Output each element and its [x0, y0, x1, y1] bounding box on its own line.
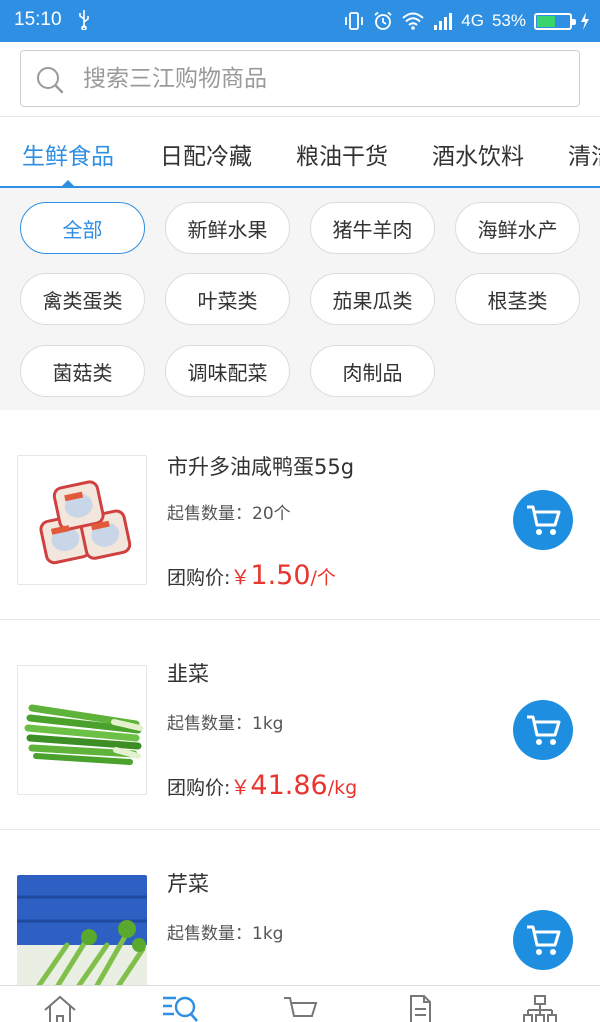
chip-mushroom[interactable]: 菌菇类 [20, 345, 145, 397]
product-item[interactable]: 市升多油咸鸭蛋55g 起售数量：20个 团购价:￥1.50/个 [0, 410, 600, 620]
home-icon [44, 995, 76, 1022]
product-image-duck-eggs[interactable] [17, 455, 147, 585]
battery-percent: 53% [491, 11, 526, 30]
product-name[interactable]: 韭菜 [167, 658, 209, 688]
chip-poultry-eggs[interactable]: 禽类蛋类 [20, 273, 145, 325]
product-name[interactable]: 市升多油咸鸭蛋55g [167, 451, 354, 481]
category-search-icon [163, 996, 198, 1022]
search-box[interactable] [20, 50, 580, 107]
nav-profile[interactable] [520, 994, 560, 1022]
cart-icon [527, 715, 561, 745]
add-to-cart-button[interactable] [513, 490, 573, 550]
chip-meat[interactable]: 猪牛羊肉 [310, 202, 435, 254]
status-bar: 15:10 4G 53% [0, 0, 600, 42]
tab-cleaning[interactable]: 清洁 [568, 137, 600, 171]
usb-icon [79, 10, 89, 30]
chip-nightshade[interactable]: 茄果瓜类 [310, 273, 435, 325]
product-min-qty: 起售数量：1kg [167, 714, 284, 734]
wifi-icon [402, 12, 424, 30]
add-to-cart-button[interactable] [513, 700, 573, 760]
chip-fruit[interactable]: 新鲜水果 [165, 202, 290, 254]
product-item[interactable]: 韭菜 起售数量：1kg 团购价:￥41.86/kg [0, 620, 600, 830]
tab-drinks[interactable]: 酒水饮料 [432, 137, 524, 171]
nav-orders[interactable] [400, 994, 440, 1022]
chip-seasoning[interactable]: 调味配菜 [165, 345, 290, 397]
signal-icon [434, 13, 453, 30]
product-name[interactable]: 芹菜 [167, 868, 209, 898]
profile-network-icon [523, 995, 557, 1022]
chip-seafood[interactable]: 海鲜水产 [455, 202, 580, 254]
orders-icon [410, 995, 431, 1022]
status-icons: 4G 53% [343, 8, 590, 34]
product-price-row: 团购价:￥41.86/kg [167, 770, 358, 801]
nav-home[interactable] [40, 994, 80, 1022]
bottom-nav [0, 985, 600, 1022]
cart-icon [527, 505, 561, 535]
nav-category[interactable] [160, 994, 200, 1022]
nav-cart[interactable] [280, 994, 320, 1022]
chip-leafy[interactable]: 叶菜类 [165, 273, 290, 325]
product-item[interactable]: 芹菜 起售数量：1kg [0, 830, 600, 985]
tab-fresh-food[interactable]: 生鲜食品 [22, 137, 114, 171]
battery-icon [534, 12, 576, 30]
product-price: ￥41.86/kg [230, 770, 358, 801]
category-tabs: 生鲜食品 日配冷藏 粮油干货 酒水饮料 清洁 [0, 116, 600, 188]
chip-all[interactable]: 全部 [20, 202, 145, 254]
vibrate-icon [345, 12, 364, 30]
add-to-cart-button[interactable] [513, 910, 573, 970]
cart-icon [527, 925, 561, 955]
product-image-celery[interactable] [17, 875, 147, 985]
chip-root[interactable]: 根茎类 [455, 273, 580, 325]
product-image-chives[interactable] [17, 665, 147, 795]
product-price-row: 团购价:￥1.50/个 [167, 560, 336, 591]
tab-chilled[interactable]: 日配冷藏 [160, 137, 252, 171]
search-bar [0, 42, 600, 116]
tab-grain-oil[interactable]: 粮油干货 [296, 137, 388, 171]
cart-icon [284, 997, 318, 1017]
product-price: ￥1.50/个 [230, 560, 336, 591]
product-min-qty: 起售数量：1kg [167, 924, 284, 944]
search-input[interactable] [83, 59, 563, 99]
network-type: 4G [461, 11, 484, 30]
product-min-qty: 起售数量：20个 [167, 504, 291, 524]
search-icon [37, 67, 64, 94]
status-time: 15:10 [14, 9, 62, 30]
alarm-icon [374, 11, 392, 30]
charging-icon [581, 12, 589, 30]
chip-processed-meat[interactable]: 肉制品 [310, 345, 435, 397]
subcategory-panel: 全部 新鲜水果 猪牛羊肉 海鲜水产 禽类蛋类 叶菜类 茄果瓜类 根茎类 菌菇类 … [0, 188, 600, 410]
active-tab-indicator [61, 180, 75, 186]
